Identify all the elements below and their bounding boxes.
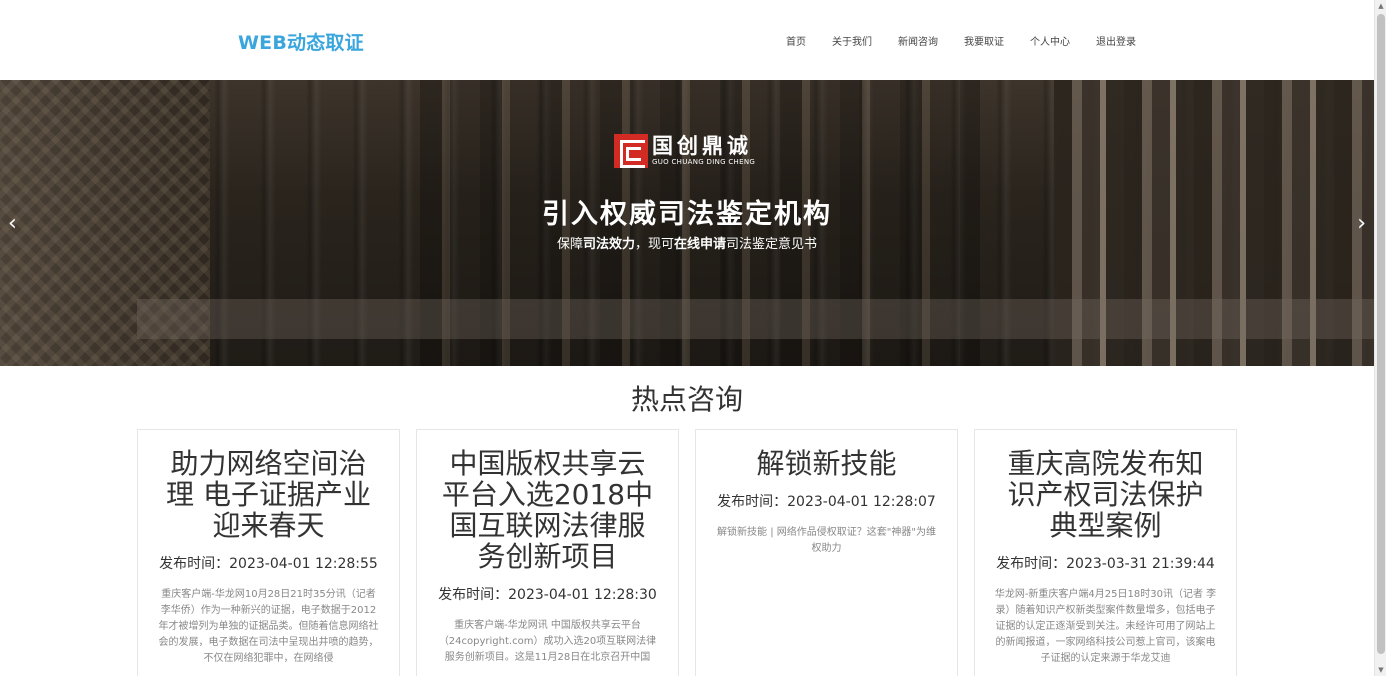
nav-evidence[interactable]: 我要取证 — [964, 33, 1004, 48]
news-card[interactable]: 解锁新技能 发布时间：2023-04-01 12:28:07 解锁新技能 | 网… — [695, 429, 958, 676]
banner-subtitle: 保障司法效力，现可在线申请司法鉴定意见书 — [556, 237, 818, 252]
carousel-prev-icon[interactable]: ‹ — [8, 211, 17, 236]
partner-logo-name: 国创鼎诚 — [652, 134, 752, 158]
scroll-up-icon[interactable]: ▲ — [1377, 2, 1385, 10]
news-card[interactable]: 重庆高院发布知识产权司法保护典型案例 发布时间：2023-03-31 21:39… — [974, 429, 1237, 676]
nav-home[interactable]: 首页 — [786, 33, 806, 48]
top-header: WEB动态取证 首页 关于我们 新闻咨询 我要取证 个人中心 退出登录 — [0, 0, 1374, 80]
scrollbar-thumb[interactable] — [1377, 14, 1385, 654]
nav-news[interactable]: 新闻咨询 — [898, 33, 938, 48]
banner-title: 引入权威司法鉴定机构 — [542, 199, 832, 230]
news-card-title[interactable]: 解锁新技能 — [714, 448, 939, 479]
nav-profile[interactable]: 个人中心 — [1030, 33, 1070, 48]
news-card-date: 发布时间：2023-04-01 12:28:07 — [717, 494, 936, 510]
scroll-down-icon[interactable]: ▼ — [1377, 666, 1385, 674]
page-scrollbar[interactable]: ▲ ▼ — [1374, 0, 1386, 676]
news-card-summary: 重庆客户端-华龙网讯 中国版权共享云平台（24copyright.com）成功入… — [438, 620, 657, 663]
hero-carousel: 国创鼎诚 GUO CHUANG DING CHENG 引入权威司法鉴定机构 保障… — [0, 80, 1374, 366]
news-card-date: 发布时间：2023-04-01 12:28:55 — [159, 556, 378, 572]
nav-about[interactable]: 关于我们 — [832, 33, 872, 48]
main-nav: 首页 关于我们 新闻咨询 我要取证 个人中心 退出登录 — [786, 33, 1136, 48]
carousel-next-icon[interactable]: › — [1357, 211, 1366, 236]
news-card-title[interactable]: 重庆高院发布知识产权司法保护典型案例 — [993, 448, 1218, 541]
news-card[interactable]: 中国版权共享云平台入选2018中国互联网法律服务创新项目 发布时间：2023-0… — [416, 429, 679, 676]
partner-logo-mark-icon — [614, 134, 648, 168]
news-card-summary: 解锁新技能 | 网络作品侵权取证？这套"神器"为维权助力 — [717, 527, 936, 554]
brand-logo[interactable]: WEB动态取证 — [238, 28, 364, 55]
section-title: 热点咨询 — [630, 383, 743, 416]
partner-logo-english: GUO CHUANG DING CHENG — [652, 158, 756, 166]
news-card-title[interactable]: 中国版权共享云平台入选2018中国互联网法律服务创新项目 — [435, 448, 660, 572]
banner-caption-bar — [137, 299, 1374, 339]
news-card-summary: 重庆客户端-华龙网10月28日21时35分讯（记者 李华侨）作为一种新兴的证据，… — [158, 589, 379, 664]
news-card-summary: 华龙网-新重庆客户端4月25日18时30讯（记者 李录）随着知识产权新类型案件数… — [994, 589, 1217, 664]
news-card[interactable]: 助力网络空间治理 电子证据产业迎来春天 发布时间：2023-04-01 12:2… — [137, 429, 400, 676]
news-card-list: 助力网络空间治理 电子证据产业迎来春天 发布时间：2023-04-01 12:2… — [137, 429, 1237, 676]
partner-logo: 国创鼎诚 GUO CHUANG DING CHENG — [614, 134, 755, 168]
news-card-title[interactable]: 助力网络空间治理 电子证据产业迎来春天 — [156, 448, 381, 541]
nav-logout[interactable]: 退出登录 — [1096, 33, 1136, 48]
news-card-date: 发布时间：2023-03-31 21:39:44 — [996, 556, 1215, 572]
news-card-date: 发布时间：2023-04-01 12:28:30 — [438, 587, 657, 603]
